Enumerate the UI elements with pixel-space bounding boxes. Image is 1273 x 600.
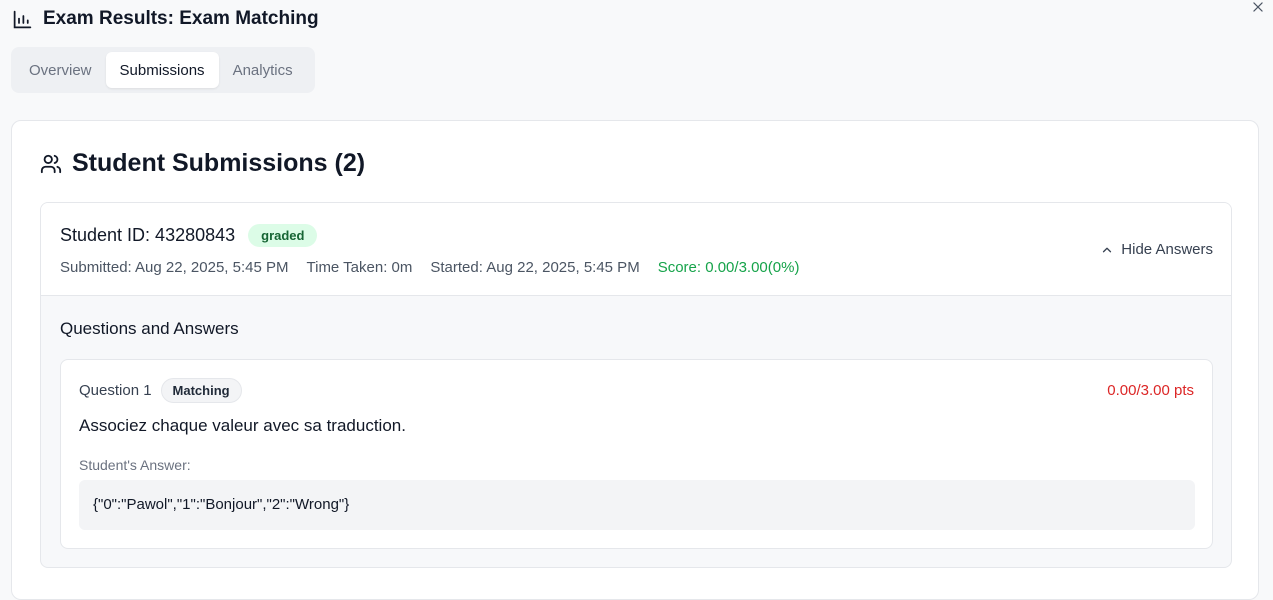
question-type-badge: Matching xyxy=(160,378,242,403)
student-id: Student ID: 43280843 xyxy=(60,225,236,245)
hide-answers-label: Hide Answers xyxy=(1121,241,1213,258)
submission-item: Student ID: 43280843 graded Submitted: A… xyxy=(40,202,1232,568)
submissions-card: Student Submissions (2) Student ID: 4328… xyxy=(11,120,1259,600)
student-answer: {"0":"Pawol","1":"Bonjour","2":"Wrong"} xyxy=(79,480,1195,530)
question-label: Question 1 xyxy=(79,382,152,399)
status-badge: graded xyxy=(248,224,318,247)
card-title: Student Submissions (2) xyxy=(72,149,366,177)
dialog-title-text: Exam Results: Exam Matching xyxy=(43,8,319,29)
question-text: Associez chaque valeur avec sa traductio… xyxy=(79,416,406,435)
question-card: Question 1 Matching 0.00/3.00 pts Associ… xyxy=(60,359,1213,549)
users-icon xyxy=(40,154,62,173)
tab-list: Overview Submissions Analytics xyxy=(11,47,315,93)
tab-overview[interactable]: Overview xyxy=(15,52,106,88)
bar-chart-icon xyxy=(13,10,32,28)
started-time: Started: Aug 22, 2025, 5:45 PM xyxy=(430,259,640,276)
score: Score: 0.00/3.00(0%) xyxy=(657,259,800,276)
answer-label: Student's Answer: xyxy=(79,457,191,473)
dialog-title: Exam Results: Exam Matching xyxy=(12,8,319,30)
tab-submissions[interactable]: Submissions xyxy=(105,52,219,88)
submission-header: Student ID: 43280843 graded Submitted: A… xyxy=(41,203,1231,296)
qa-section-title: Questions and Answers xyxy=(60,319,239,338)
submitted-time: Submitted: Aug 22, 2025, 5:45 PM xyxy=(60,259,289,276)
submission-meta: Submitted: Aug 22, 2025, 5:45 PM Time Ta… xyxy=(60,259,799,276)
tab-analytics[interactable]: Analytics xyxy=(219,52,307,88)
chevron-up-icon xyxy=(1103,247,1112,252)
student-line: Student ID: 43280843 graded xyxy=(60,224,318,247)
time-taken: Time Taken: 0m xyxy=(306,259,413,276)
question-points: 0.00/3.00 pts xyxy=(1107,382,1194,399)
close-icon[interactable] xyxy=(1251,0,1265,14)
card-header: Student Submissions (2) xyxy=(40,149,365,178)
hide-answers-button[interactable]: Hide Answers xyxy=(1100,241,1213,258)
question-heading: Question 1 Matching xyxy=(79,378,242,403)
